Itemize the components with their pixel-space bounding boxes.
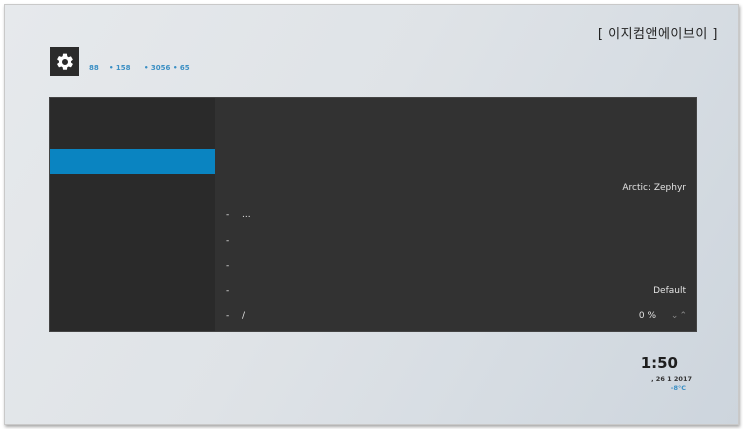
row-bullet: -	[226, 210, 230, 220]
stat-3: • 65	[173, 64, 190, 72]
row-bullet: -	[226, 311, 230, 321]
settings-row-3[interactable]: -	[226, 261, 686, 275]
watermark-text: [ 이지컴앤에이브이 ]	[597, 27, 718, 42]
chevron-down-icon[interactable]: ⌄	[671, 311, 678, 321]
settings-row-5[interactable]: - / 0 % ⌄ ⌃	[226, 311, 687, 325]
row-bullet: -	[226, 261, 230, 271]
settings-panel: Arctic: Zephyr - ... - - - Default - / 0…	[49, 97, 697, 332]
stat-1: • 158	[109, 64, 131, 72]
gear-icon	[56, 53, 73, 70]
sidebar-item-selected[interactable]	[50, 149, 215, 174]
chevron-up-icon[interactable]: ⌃	[679, 311, 686, 321]
row-value: Default	[653, 286, 686, 296]
settings-button[interactable]	[50, 47, 79, 76]
settings-row-2[interactable]: -	[226, 236, 686, 250]
row-value-group: 0 % ⌄ ⌃	[638, 311, 687, 321]
settings-row-4[interactable]: - Default	[226, 286, 686, 300]
row-label: /	[242, 311, 246, 321]
row-bullet: -	[226, 236, 230, 246]
category-sidebar	[50, 98, 215, 331]
row-label: ...	[242, 210, 251, 220]
row-value: 0 %	[638, 311, 657, 321]
clock-date: , 26 1 2017	[651, 375, 692, 383]
row-bullet: -	[226, 286, 230, 296]
stat-0: 88	[89, 64, 99, 72]
clock-time: 1:50	[640, 354, 678, 372]
stat-2: • 3056	[144, 64, 171, 72]
weather-temperature: -8°C	[670, 384, 686, 392]
screen-frame: [ 이지컴앤에이브이 ] 88 • 158 • 3056 • 65 Arctic…	[4, 4, 739, 425]
settings-row-1[interactable]: - ...	[226, 210, 686, 224]
selected-skin-value: Arctic: Zephyr	[622, 183, 686, 193]
